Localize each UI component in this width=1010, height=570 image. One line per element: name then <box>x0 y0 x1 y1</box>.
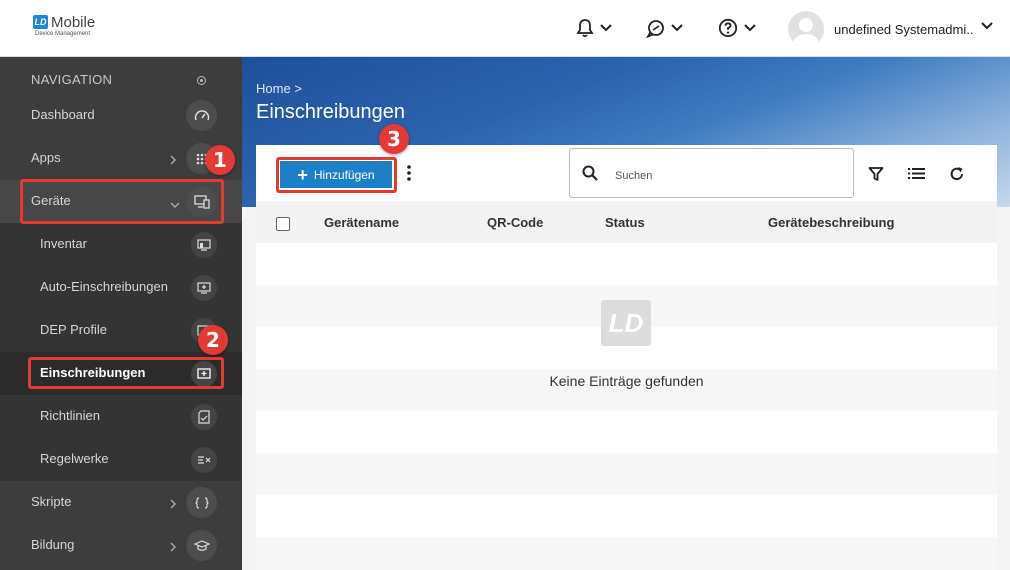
sidebar-subitem-richtlinien[interactable]: Richtlinien <box>0 395 242 438</box>
search-input[interactable]: Suchen <box>569 148 854 198</box>
sidebar-item-dashboard[interactable]: Dashboard <box>0 94 242 137</box>
graduation-cap-icon <box>186 530 217 561</box>
sidebar-item-label: Apps <box>31 150 61 165</box>
step-badge-3: 3 <box>379 124 409 154</box>
filter-icon[interactable] <box>868 166 884 187</box>
braces-icon <box>186 487 217 518</box>
chevron-down-icon <box>744 24 756 32</box>
sidebar-item-label: Richtlinien <box>40 408 100 423</box>
brand-logo[interactable]: LD Mobile Device Management <box>33 15 95 38</box>
breadcrumb: Home > <box>256 81 302 96</box>
table-row <box>256 453 997 495</box>
brand-subtitle: Device Management <box>35 31 91 37</box>
breadcrumb-separator: > <box>294 81 302 96</box>
search-icon <box>582 165 598 181</box>
search-placeholder: Suchen <box>615 170 653 182</box>
pin-icon[interactable] <box>197 76 206 85</box>
sidebar: NAVIGATION Dashboard Apps Geräte Inventa… <box>0 57 242 570</box>
help-icon <box>718 18 738 38</box>
chevron-down-icon <box>671 24 683 32</box>
highlight-einschreibungen <box>28 357 224 389</box>
auto-enroll-icon <box>191 275 217 301</box>
sidebar-item-skripte[interactable]: Skripte <box>0 481 242 524</box>
more-options-icon[interactable] <box>406 165 412 186</box>
column-header-qr-code[interactable]: QR-Code <box>487 215 543 230</box>
sidebar-item-label: DEP Profile <box>40 322 107 337</box>
empty-state-logo: LD <box>601 300 651 346</box>
sidebar-subitem-auto-einschreibungen[interactable]: Auto-Einschreibungen <box>0 266 242 309</box>
page-title: Einschreibungen <box>256 101 405 123</box>
chevron-down-icon <box>600 24 612 32</box>
select-all-checkbox[interactable] <box>276 217 290 231</box>
breadcrumb-home[interactable]: Home <box>256 81 291 96</box>
content-card: + Hinzufügen Suchen Gerätename QR-Code S… <box>256 145 997 570</box>
sidebar-subitem-regelwerke[interactable]: Regelwerke <box>0 438 242 481</box>
gauge-icon <box>186 100 217 131</box>
chat-menu[interactable] <box>646 17 683 39</box>
avatar <box>788 11 824 47</box>
bell-icon <box>576 19 594 38</box>
highlight-geraete <box>20 179 224 224</box>
empty-state-text: Keine Einträge gefunden <box>549 373 704 389</box>
chevron-right-icon <box>170 496 176 514</box>
sidebar-item-label: Regelwerke <box>40 451 109 466</box>
highlight-add-button <box>276 157 397 193</box>
sidebar-item-label: Bildung <box>31 537 75 552</box>
ruleset-icon <box>191 447 217 473</box>
table-row <box>256 537 997 570</box>
chevron-right-icon <box>170 539 176 557</box>
sidebar-item-label: Skripte <box>31 494 72 509</box>
top-bar: LD Mobile Device Management undefined Sy… <box>0 0 1010 57</box>
chevron-right-icon <box>170 152 176 170</box>
user-menu[interactable]: undefined Systemadmi... <box>788 11 993 47</box>
step-badge-2: 2 <box>198 325 228 355</box>
brand-title: Mobile <box>51 14 96 31</box>
table-header: Gerätename QR-Code Status Gerätebeschrei… <box>256 201 997 243</box>
list-view-icon[interactable] <box>908 166 925 185</box>
column-header-status[interactable]: Status <box>605 215 645 230</box>
column-header-geraetebeschreibung[interactable]: Gerätebeschreibung <box>768 215 894 230</box>
notifications-menu[interactable] <box>576 17 612 39</box>
chevron-down-icon <box>981 22 993 30</box>
sidebar-item-label: Auto-Einschreibungen <box>40 279 168 294</box>
step-badge-1: 1 <box>205 145 235 175</box>
logo-mark: LD <box>33 15 48 29</box>
user-name: undefined Systemadmi... <box>834 21 974 37</box>
refresh-icon[interactable] <box>949 166 965 187</box>
inventory-icon <box>191 232 217 258</box>
sidebar-subitem-inventar[interactable]: Inventar <box>0 223 242 266</box>
policy-icon <box>191 404 217 430</box>
sidebar-heading: NAVIGATION <box>31 72 113 87</box>
chat-icon <box>646 19 664 38</box>
sidebar-item-label: Inventar <box>40 236 87 251</box>
column-header-geraetename[interactable]: Gerätename <box>324 215 399 230</box>
help-menu[interactable] <box>718 17 756 39</box>
sidebar-item-bildung[interactable]: Bildung <box>0 524 242 567</box>
sidebar-item-label: Dashboard <box>31 107 95 122</box>
